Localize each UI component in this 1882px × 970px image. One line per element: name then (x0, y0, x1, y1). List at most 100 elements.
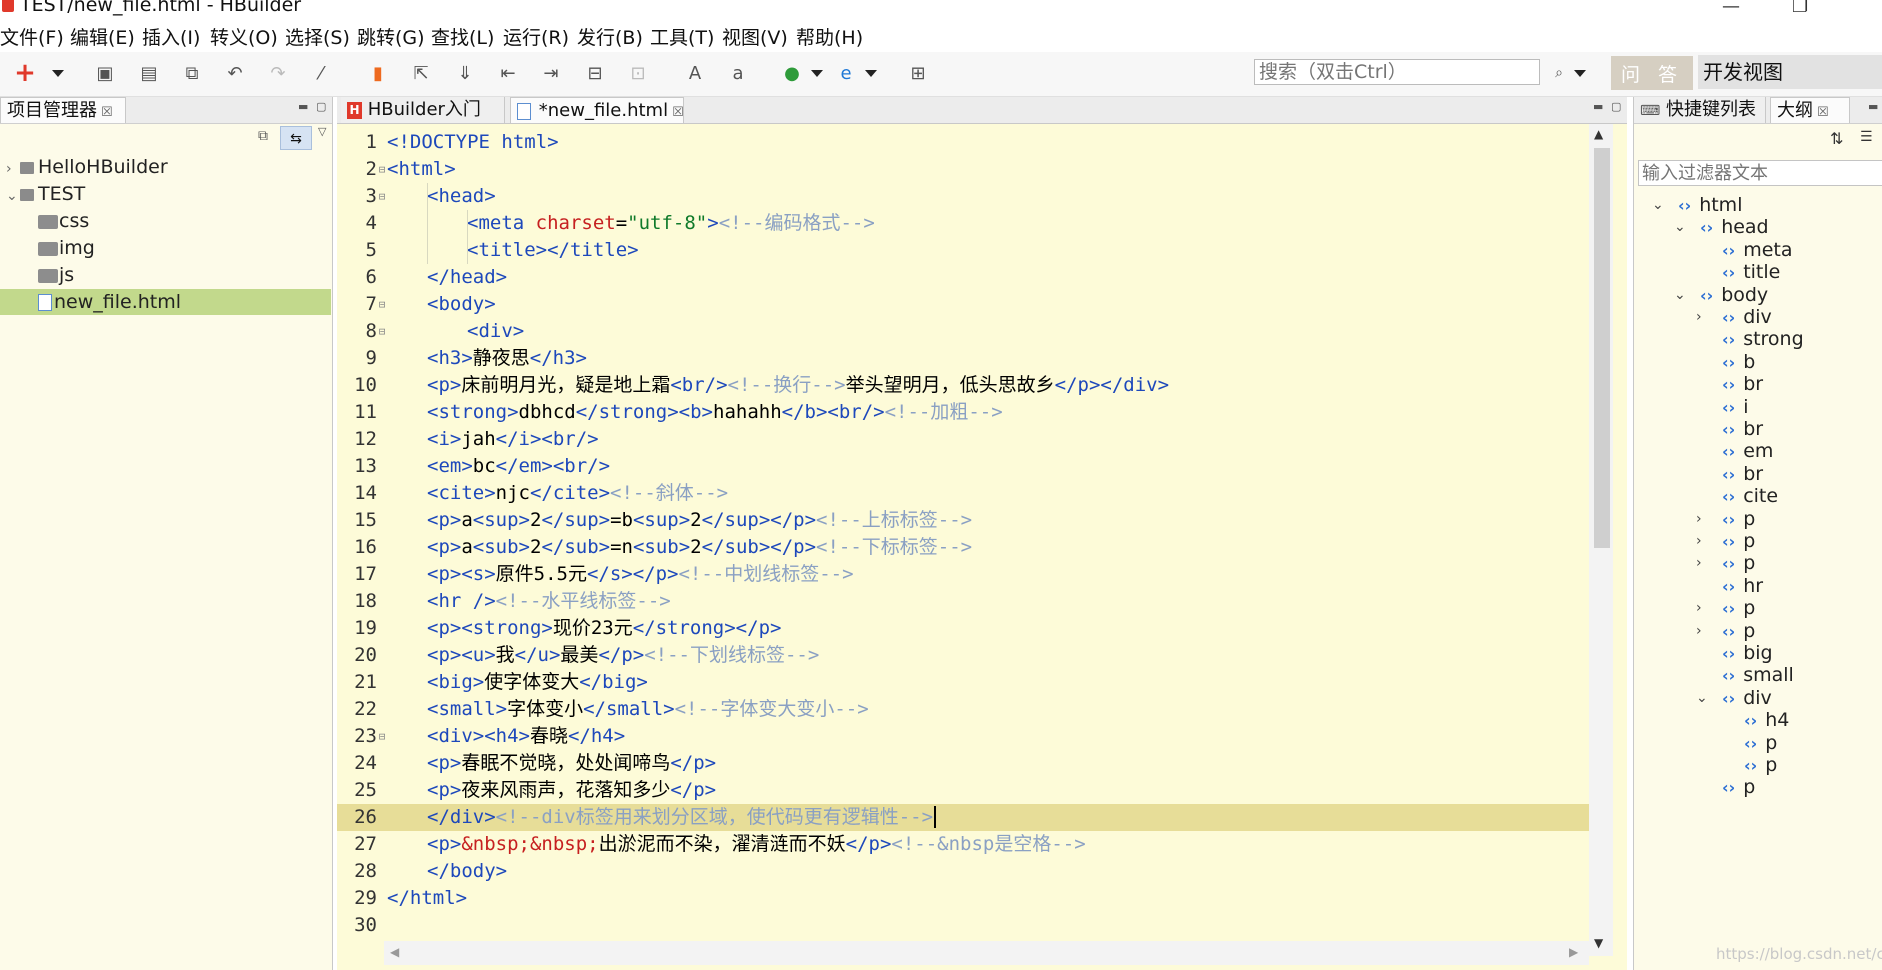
undo-icon[interactable]: ↶ (224, 62, 246, 84)
indent-left-icon[interactable]: ⇤ (497, 62, 519, 84)
code-line[interactable]: 22 <small>字体变小</small><!--字体变大变小--> (337, 696, 1589, 723)
menu-item[interactable]: 插入(I) (142, 23, 200, 50)
link-editor-icon[interactable]: ⇆ (280, 126, 312, 150)
download-icon[interactable]: ⇓ (454, 62, 476, 84)
scroll-thumb[interactable] (1594, 148, 1610, 548)
code-line[interactable]: 10 <p>床前明月光，疑是地上霜<br/><!--换行-->举头望明月，低头思故… (337, 372, 1589, 399)
code-line[interactable]: 1 <!DOCTYPE html> (337, 129, 1589, 156)
search-dropdown-icon[interactable] (1574, 70, 1586, 77)
tab-outline[interactable]: 大纲 ☒ (1770, 97, 1850, 123)
chevron-right-icon[interactable]: › (6, 156, 20, 182)
code-line[interactable]: 11 <strong>dbhcd</strong><b>hahahh</b><br… (337, 399, 1589, 426)
menu-item[interactable]: 查找(L) (431, 23, 494, 50)
maximize-icon[interactable]: ❐ (1792, 0, 1808, 17)
code-line[interactable]: 8 ⊟ <div> (337, 318, 1589, 345)
code-line[interactable]: 17 <p><s>原件5.5元</s></p><!--中划线标签--> (337, 561, 1589, 588)
redo-icon[interactable]: ↷ (267, 62, 289, 84)
chevron-down-icon[interactable]: ⌄ (1674, 214, 1686, 240)
bookmark-icon[interactable]: ▮ (367, 62, 389, 84)
search-icon[interactable]: ⌕ (1548, 62, 1570, 84)
outline-filter-input[interactable] (1638, 160, 1882, 186)
tab-shortcut-list[interactable]: ⌨ 快捷键列表 (1634, 97, 1766, 123)
tab-project-manager[interactable]: 项目管理器 ☒ (0, 97, 126, 123)
chevron-right-icon[interactable]: › (1696, 618, 1702, 644)
fold-icon[interactable]: ⊟ (377, 291, 387, 318)
folder-item[interactable]: css (0, 208, 89, 234)
code-line[interactable]: 28 </body> (337, 858, 1589, 885)
tab-new-file[interactable]: *new_file.html ☒ (510, 97, 684, 123)
code-area[interactable]: 1 <!DOCTYPE html> 2 ⊟ <html> 3 ⊟ <head> 4 <meta c… (337, 124, 1589, 956)
code-line[interactable]: 6 </head> (337, 264, 1589, 291)
format-icon[interactable]: ⁄ (310, 62, 332, 84)
code-line[interactable]: 27 <p>&nbsp;&nbsp;出淤泥而不染，濯清涟而不妖</p><!--&n… (337, 831, 1589, 858)
code-line[interactable]: 4 <meta charset="utf-8"><!--编码格式--> (337, 210, 1589, 237)
save-all-icon[interactable]: ▤ (138, 62, 160, 84)
run-icon[interactable]: ● (781, 62, 803, 84)
maximize-panel-icon[interactable]: ▢ (1611, 100, 1621, 113)
minimize-icon[interactable]: — (1722, 0, 1740, 17)
new-icon[interactable]: + (14, 58, 36, 88)
close-icon[interactable]: ☒ (101, 105, 113, 120)
scroll-left-icon[interactable]: ◀ (390, 945, 399, 959)
menu-item[interactable]: 选择(S) (285, 23, 350, 50)
file-item[interactable]: new_file.html (0, 289, 331, 315)
minimize-panel-icon[interactable]: ▬ (1868, 100, 1878, 113)
browser-ie-icon[interactable]: e (835, 62, 857, 84)
goto-icon[interactable]: ⇱ (410, 62, 432, 84)
chevron-right-icon[interactable]: › (1696, 304, 1702, 330)
menu-item[interactable]: 运行(R) (503, 23, 569, 50)
code-line[interactable]: 19 <p><strong>现价23元</strong></p> (337, 615, 1589, 642)
menu-item[interactable]: 工具(T) (650, 23, 714, 50)
uncomment-icon[interactable]: ⊡ (627, 62, 649, 84)
scroll-down-icon[interactable]: ▼ (1594, 936, 1603, 950)
scroll-right-icon[interactable]: ▶ (1569, 945, 1578, 959)
chevron-down-icon[interactable]: ⌄ (1674, 282, 1686, 308)
menu-item[interactable]: 跳转(G) (357, 23, 425, 50)
code-line[interactable]: 3 ⊟ <head> (337, 183, 1589, 210)
code-line[interactable]: 13 <em>bc</em><br/> (337, 453, 1589, 480)
project-item[interactable]: ⌄ TEST (0, 181, 85, 207)
ask-button[interactable]: 问 答 (1611, 56, 1693, 90)
maximize-panel-icon[interactable]: ▢ (316, 100, 326, 113)
chevron-down-icon[interactable]: ⌄ (6, 183, 20, 209)
horizontal-scrollbar[interactable]: ◀ ▶ (384, 941, 1589, 965)
code-line[interactable]: 21 <big>使字体变大</big> (337, 669, 1589, 696)
font-bigger-icon[interactable]: A (684, 62, 706, 84)
new-dropdown-icon[interactable] (52, 70, 64, 77)
comment-icon[interactable]: ⊟ (584, 62, 606, 84)
chevron-down-icon[interactable]: ⌄ (1696, 685, 1708, 711)
view-menu-icon[interactable]: ☰ (1860, 129, 1873, 145)
vertical-scrollbar[interactable]: ▲ ▼ (1589, 124, 1613, 956)
collapse-all-icon[interactable]: ⧉ (258, 128, 268, 144)
revert-icon[interactable]: ⧉ (181, 62, 203, 84)
outline-item[interactable]: ‹› p (1722, 774, 1755, 800)
folder-item[interactable]: img (0, 235, 95, 261)
close-icon[interactable]: ☒ (672, 105, 684, 120)
menu-item[interactable]: 转义(O) (210, 23, 278, 50)
code-line[interactable]: 23 ⊟ <div><h4>春晓</h4> (337, 723, 1589, 750)
tab-hbuilder-intro[interactable]: H HBuilder入门 (341, 97, 505, 123)
code-line[interactable]: 25 <p>夜来风雨声，花落知多少</p> (337, 777, 1589, 804)
menu-item[interactable]: 编辑(E) (70, 23, 135, 50)
fold-icon[interactable]: ⊟ (377, 723, 387, 750)
code-line[interactable]: 12 <i>jah</i><br/> (337, 426, 1589, 453)
code-line[interactable]: 14 <cite>njc</cite><!--斜体--> (337, 480, 1589, 507)
search-input[interactable] (1254, 59, 1540, 85)
code-line[interactable]: 24 <p>春眠不觉晓，处处闻啼鸟</p> (337, 750, 1589, 777)
sort-icon[interactable]: ⇅ (1830, 129, 1843, 148)
code-line[interactable]: 20 <p><u>我</u>最美</p><!--下划线标签--> (337, 642, 1589, 669)
menu-item[interactable]: 帮助(H) (796, 23, 863, 50)
code-line[interactable]: 2 ⊟ <html> (337, 156, 1589, 183)
chevron-right-icon[interactable]: › (1696, 550, 1702, 576)
project-item[interactable]: › HelloHBuilder (0, 154, 168, 180)
fold-icon[interactable]: ⊟ (377, 318, 387, 345)
save-icon[interactable]: ▣ (94, 62, 116, 84)
chevron-down-icon[interactable]: ⌄ (1652, 192, 1664, 218)
browser-dropdown-icon[interactable] (865, 70, 877, 77)
dev-view-selector[interactable]: 开发视图 (1698, 55, 1882, 89)
folder-item[interactable]: js (0, 262, 74, 288)
close-icon[interactable]: ☒ (1817, 105, 1829, 120)
minimize-panel-icon[interactable]: ▬ (1593, 100, 1603, 113)
code-line[interactable]: 5 <title></title> (337, 237, 1589, 264)
menu-item[interactable]: 文件(F) (0, 23, 64, 50)
